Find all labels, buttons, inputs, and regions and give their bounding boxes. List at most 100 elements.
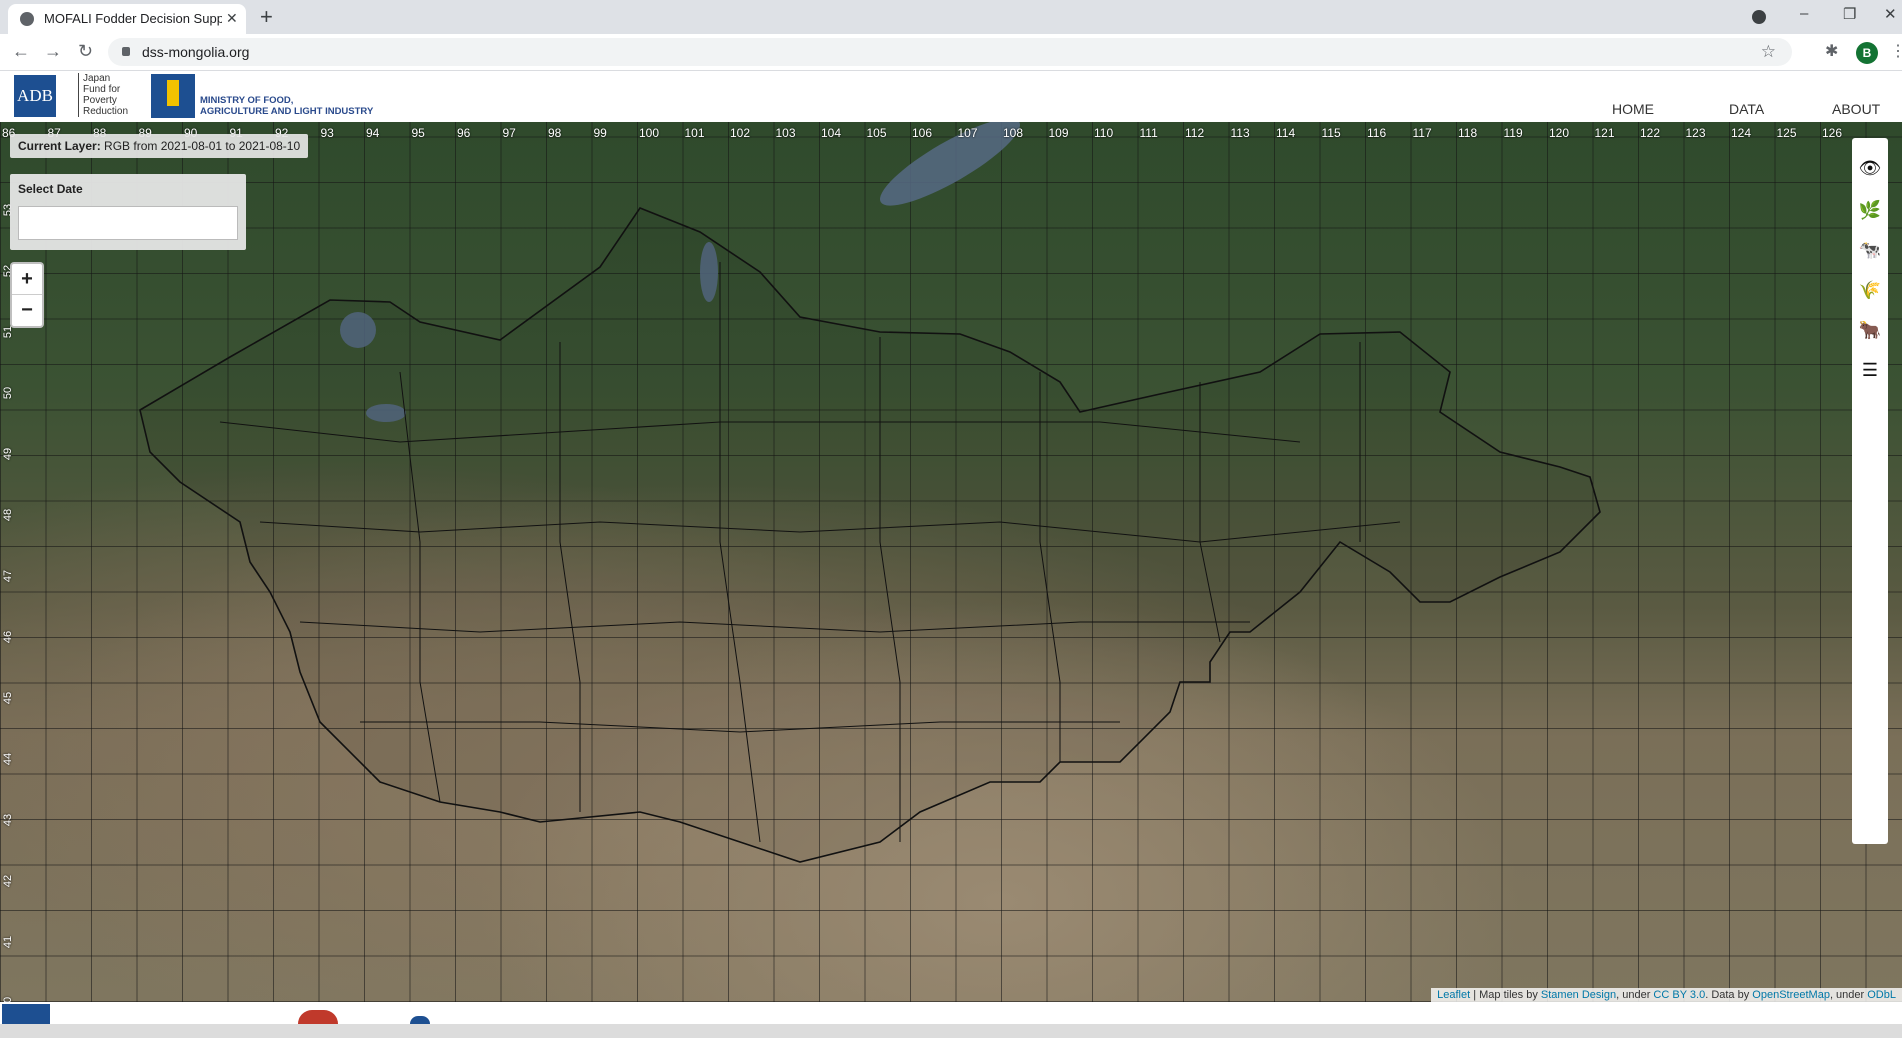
tab-title: MOFALI Fodder Decision Suppor — [44, 11, 222, 26]
minimize-button[interactable]: – — [1800, 5, 1808, 22]
longitude-label: 95 — [411, 126, 425, 140]
attribution-text: . Data by — [1705, 989, 1753, 1001]
latitude-label: 46 — [2, 630, 15, 644]
eye-icon[interactable]: 👁 — [1858, 156, 1882, 180]
longitude-label: 109 — [1048, 126, 1069, 140]
back-icon[interactable]: ← — [12, 41, 30, 62]
horizontal-scrollbar[interactable] — [0, 1024, 1902, 1038]
jfpr-line: Poverty — [83, 95, 117, 106]
latitude-label: 48 — [2, 508, 15, 522]
layer-tool-panel: 👁 🌿 🐄 🌾 🐂 ☰ — [1852, 138, 1888, 844]
menu-icon[interactable]: ⋮ — [1890, 41, 1902, 61]
nav-data[interactable]: DATA — [1729, 101, 1764, 117]
longitude-label: 122 — [1640, 126, 1661, 140]
longitude-label: 97 — [502, 126, 516, 140]
map-view[interactable]: 86 87 88 89 90 91 92 93 94 95 96 97 98 99 100 101 102 103… — [0, 122, 1902, 1002]
date-input[interactable] — [18, 206, 238, 240]
reload-icon[interactable]: ↻ — [78, 41, 93, 62]
livestock-icon[interactable]: 🐄 — [1858, 238, 1882, 262]
url-text: dss-mongolia.org — [142, 44, 250, 60]
longitude-label: 115 — [1321, 126, 1341, 140]
zoom-in-button[interactable]: + — [12, 264, 42, 295]
latitude-label: 45 — [2, 691, 15, 705]
lock-icon — [122, 47, 130, 56]
leaflet-link[interactable]: Leaflet — [1437, 989, 1470, 1001]
longitude-label: 126 — [1822, 126, 1843, 140]
map-attribution: Leaflet | Map tiles by Stamen Design, un… — [1431, 988, 1902, 1002]
attribution-text: | Map tiles by — [1470, 989, 1541, 1001]
odbl-link[interactable]: ODbL — [1867, 989, 1896, 1001]
longitude-label: 105 — [866, 126, 887, 140]
layers-icon[interactable]: ☰ — [1858, 358, 1882, 382]
mongolia-emblem-logo — [151, 74, 195, 118]
latitude-label: 50 — [2, 386, 15, 400]
zoom-out-button[interactable]: − — [12, 295, 42, 325]
jfpr-line: Japan — [83, 73, 111, 84]
longitude-label: 119 — [1503, 126, 1523, 140]
longitude-label: 121 — [1594, 126, 1615, 140]
latitude-label: 44 — [2, 752, 15, 766]
current-layer-value: RGB from 2021-08-01 to 2021-08-10 — [104, 139, 301, 153]
osm-link[interactable]: OpenStreetMap — [1752, 989, 1830, 1001]
longitude-label: 124 — [1731, 126, 1752, 140]
footer-logo — [2, 1004, 50, 1024]
longitude-label: 101 — [684, 126, 705, 140]
longitude-label: 112 — [1185, 126, 1205, 140]
current-layer-box: Current Layer: RGB from 2021-08-01 to 20… — [10, 134, 309, 158]
longitude-label: 99 — [593, 126, 607, 140]
longitude-label: 118 — [1458, 126, 1478, 140]
nav-about[interactable]: ABOUT — [1832, 101, 1880, 117]
longitude-label: 93 — [320, 126, 334, 140]
footer-logos — [0, 1002, 1902, 1024]
longitude-label: 111 — [1139, 126, 1158, 140]
longitude-label: 125 — [1776, 126, 1797, 140]
browser-tabstrip: MOFALI Fodder Decision Suppor ✕ + – ❐ ✕ — [0, 0, 1902, 34]
tab-close-button[interactable]: ✕ — [226, 10, 238, 27]
longitude-label: 104 — [821, 126, 842, 140]
wheat-icon[interactable]: 🌾 — [1858, 278, 1882, 302]
latitude-label: 41 — [2, 935, 15, 949]
longitude-label: 108 — [1003, 126, 1024, 140]
stamen-link[interactable]: Stamen Design — [1541, 989, 1616, 1001]
attribution-text: , under — [1616, 989, 1654, 1001]
close-window-button[interactable]: ✕ — [1884, 5, 1897, 23]
longitude-label: 120 — [1549, 126, 1570, 140]
latitude-label: 47 — [2, 569, 15, 583]
zoom-control: + − — [10, 262, 44, 328]
longitude-label: 117 — [1412, 126, 1432, 140]
browser-tab[interactable]: MOFALI Fodder Decision Suppor ✕ — [8, 4, 246, 34]
adb-logo: ADB — [14, 75, 56, 117]
mofali-line: MINISTRY OF FOOD, — [200, 95, 294, 106]
latitude-label: 43 — [2, 813, 15, 827]
grass-icon[interactable]: 🌿 — [1858, 198, 1882, 222]
address-bar[interactable]: dss-mongolia.org ☆ — [108, 38, 1792, 66]
longitude-label: 94 — [366, 126, 380, 140]
tab-search-icon[interactable] — [1752, 10, 1766, 24]
select-date-panel: Select Date — [10, 174, 246, 250]
restore-button[interactable]: ❐ — [1843, 5, 1856, 23]
longitude-label: 116 — [1367, 126, 1387, 140]
globe-icon — [20, 12, 34, 26]
footer-logo — [410, 1016, 430, 1024]
longitude-label: 123 — [1685, 126, 1706, 140]
attribution-text: , under — [1829, 989, 1868, 1001]
longitude-label: 100 — [639, 126, 660, 140]
current-layer-label: Current Layer: — [18, 139, 101, 153]
forward-icon[interactable]: → — [44, 41, 62, 62]
nav-home[interactable]: HOME — [1612, 101, 1654, 117]
extensions-icon[interactable]: ✱ — [1825, 41, 1838, 61]
jfpr-logo: Japan Fund for Poverty Reduction — [78, 73, 153, 117]
longitude-label: 98 — [548, 126, 562, 140]
bookmark-star-icon[interactable]: ☆ — [1761, 42, 1776, 62]
new-tab-button[interactable]: + — [260, 4, 273, 30]
mofali-logo-text: MINISTRY OF FOOD, AGRICULTURE AND LIGHT … — [200, 95, 373, 117]
footer-logo — [298, 1010, 338, 1024]
profile-avatar[interactable]: B — [1856, 42, 1878, 64]
site-header: ADB Japan Fund for Poverty Reduction MIN… — [0, 71, 1902, 122]
cattle-icon[interactable]: 🐂 — [1858, 318, 1882, 342]
longitude-label: 114 — [1276, 126, 1296, 140]
select-date-label: Select Date — [18, 182, 83, 196]
browser-toolbar: ← → ↻ dss-mongolia.org ☆ ✱ B ⋮ — [0, 34, 1902, 71]
longitude-label: 107 — [957, 126, 978, 140]
ccby-link[interactable]: CC BY 3.0 — [1653, 989, 1705, 1001]
